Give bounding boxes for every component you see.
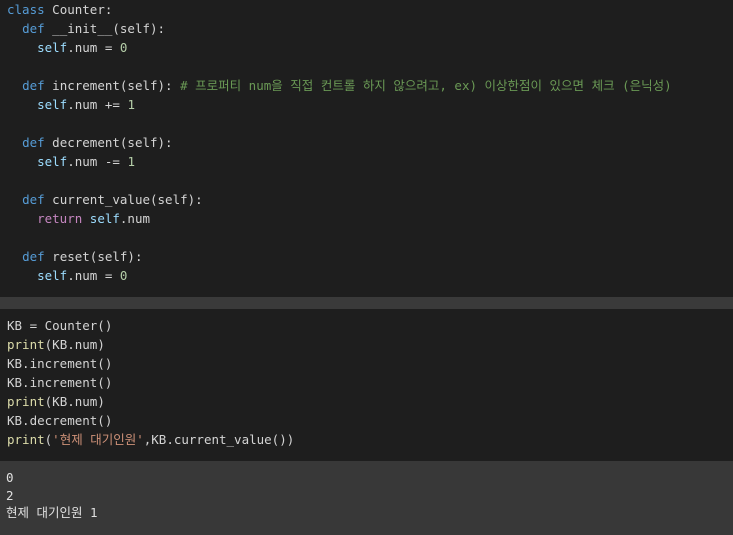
code-cell-class-definition[interactable]: class Counter: def __init__(self): self.… bbox=[0, 0, 733, 297]
cell-output: 0 2 현제 대기인원 1 bbox=[0, 461, 733, 535]
code-line: def increment(self): # 프로퍼티 num을 직접 컨트롤 … bbox=[7, 76, 733, 95]
code-token: .num = bbox=[67, 40, 120, 55]
code-token: return bbox=[37, 211, 83, 226]
code-token: (KB.num) bbox=[44, 394, 105, 409]
output-line: 2 bbox=[6, 487, 14, 503]
code-line: KB = Counter() bbox=[7, 316, 733, 335]
code-token: KB.decrement() bbox=[7, 413, 113, 428]
code-token: .num -= bbox=[67, 154, 128, 169]
code-token: decrement(self): bbox=[44, 135, 173, 150]
code-cell-usage[interactable]: KB = Counter() print(KB.num) KB.increment(… bbox=[0, 309, 733, 461]
code-line: return self.num bbox=[7, 209, 733, 228]
code-editor[interactable]: class Counter: def __init__(self): self.… bbox=[0, 0, 733, 285]
code-line: self.num -= 1 bbox=[7, 152, 733, 171]
code-token: reset(self): bbox=[44, 249, 143, 264]
code-token: .num bbox=[119, 211, 151, 226]
code-token: print bbox=[7, 394, 45, 409]
code-token: increment(self): bbox=[44, 78, 181, 93]
code-token: 0 bbox=[119, 268, 128, 283]
code-editor[interactable]: KB = Counter() print(KB.num) KB.increment(… bbox=[0, 309, 733, 449]
code-token: def bbox=[22, 192, 45, 207]
code-line: def reset(self): bbox=[7, 247, 733, 266]
code-line: KB.decrement() bbox=[7, 411, 733, 430]
code-line: def decrement(self): bbox=[7, 133, 733, 152]
code-token: def bbox=[22, 21, 45, 36]
code-token: 0 bbox=[119, 40, 128, 55]
code-token: self bbox=[37, 40, 68, 55]
code-token: ,KB.current_value()) bbox=[143, 432, 295, 447]
code-line: print(KB.num) bbox=[7, 335, 733, 354]
code-token: (KB.num) bbox=[44, 337, 105, 352]
code-token: def bbox=[22, 249, 45, 264]
code-token: def bbox=[22, 135, 45, 150]
output-text: 0 2 현제 대기인원 1 bbox=[0, 461, 733, 522]
code-token: class bbox=[7, 2, 45, 17]
code-line: def __init__(self): bbox=[7, 19, 733, 38]
code-token: def bbox=[22, 78, 45, 93]
code-token: print bbox=[7, 432, 45, 447]
code-token: 1 bbox=[127, 154, 135, 169]
code-token: # 프로퍼티 num을 직접 컨트롤 하지 않으려고, ex) 이상한점이 있으… bbox=[180, 78, 672, 93]
code-token: current_value(self): bbox=[44, 192, 203, 207]
code-token: 1 bbox=[127, 97, 135, 112]
code-token: '현제 대기인원' bbox=[52, 432, 144, 447]
code-line: self.num += 1 bbox=[7, 95, 733, 114]
code-token: print bbox=[7, 337, 45, 352]
code-token: Counter: bbox=[44, 2, 113, 17]
code-line: self.num = 0 bbox=[7, 38, 733, 57]
code-token: KB = Counter() bbox=[7, 318, 113, 333]
code-token: KB.increment() bbox=[7, 356, 113, 371]
code-line: class Counter: bbox=[7, 0, 733, 19]
code-line: KB.increment() bbox=[7, 354, 733, 373]
code-token: self bbox=[37, 97, 68, 112]
code-line: print('현제 대기인원',KB.current_value()) bbox=[7, 430, 733, 449]
code-token: .num += bbox=[67, 97, 128, 112]
code-line: self.num = 0 bbox=[7, 266, 733, 285]
cell-separator bbox=[0, 297, 733, 309]
code-token: self bbox=[37, 154, 68, 169]
code-token: KB.increment() bbox=[7, 375, 113, 390]
code-line: print(KB.num) bbox=[7, 392, 733, 411]
output-line: 현제 대기인원 1 bbox=[6, 505, 98, 520]
output-line: 0 bbox=[6, 470, 14, 485]
code-line: KB.increment() bbox=[7, 373, 733, 392]
code-token: self bbox=[89, 211, 120, 226]
code-token: __init__(self): bbox=[44, 21, 166, 36]
code-token: self bbox=[37, 268, 68, 283]
code-token: .num = bbox=[67, 268, 120, 283]
code-line: def current_value(self): bbox=[7, 190, 733, 209]
